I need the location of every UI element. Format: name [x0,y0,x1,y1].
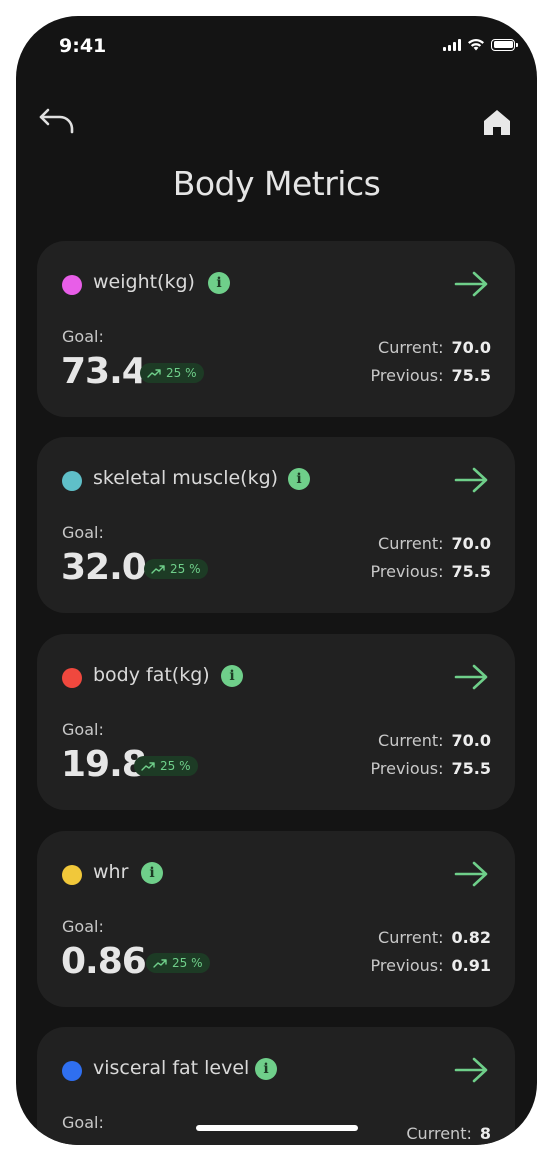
current-label: Current: [378,338,444,357]
metric-name: body fat(kg) [93,664,210,686]
current-label: Current: [406,1124,472,1143]
metric-card-body-fat[interactable]: body fat(kg) i Goal: 19.8 25 % Current: 7… [37,634,515,810]
current-label: Current: [378,731,444,750]
current-value: 70.0 [451,534,491,553]
metric-name: skeletal muscle(kg) [93,467,279,489]
current-value: 0.82 [451,928,491,947]
goal-label: Goal: [62,523,104,542]
change-percent: 25 % [172,956,203,970]
previous-label: Previous: [370,562,444,581]
goal-value: 32.0 [61,547,147,588]
previous-row: Previous: 75.5 [371,562,492,581]
current-row: Current: 0.82 [378,928,491,947]
trend-up-icon [153,959,167,968]
signal-icon [443,38,461,51]
arrow-right-icon[interactable] [453,662,491,692]
previous-label: Previous: [370,759,444,778]
change-percent: 25 % [160,759,191,773]
current-label: Current: [378,534,444,553]
trend-up-icon [141,762,155,771]
color-dot [62,275,82,295]
color-dot [62,668,82,688]
color-dot [62,1061,82,1081]
phone-screen: 9:41 Body Metrics weight(kg) i Goal: 73.… [16,16,537,1145]
metric-card-skeletal-muscle[interactable]: skeletal muscle(kg) i Goal: 32.0 25 % Cu… [37,437,515,613]
status-icons [443,38,518,51]
previous-value: 75.5 [451,366,491,385]
current-value: 8 [479,1124,491,1143]
previous-value: 75.5 [451,759,491,778]
status-bar: 9:41 [16,16,537,76]
change-badge: 25 % [134,756,198,776]
goal-label: Goal: [62,720,104,739]
metric-name: visceral fat level [93,1057,250,1079]
metric-name: weight(kg) [93,271,195,293]
color-dot [62,471,82,491]
trend-up-icon [151,565,165,574]
info-icon[interactable]: i [288,468,310,490]
previous-label: Previous: [370,956,444,975]
current-row: Current: 70.0 [378,338,491,357]
metric-card-weight[interactable]: weight(kg) i Goal: 73.4 25 % Current: 70.… [37,241,515,417]
arrow-right-icon[interactable] [453,269,491,299]
wifi-icon [468,39,484,51]
goal-value: 0.86 [61,941,147,982]
change-percent: 25 % [166,366,197,380]
previous-row: Previous: 75.5 [371,759,492,778]
arrow-right-icon[interactable] [453,465,491,495]
home-icon[interactable] [481,106,513,138]
page-title: Body Metrics [172,164,381,203]
previous-label: Previous: [370,366,444,385]
change-badge: 25 % [144,559,208,579]
metric-card-whr[interactable]: whr i Goal: 0.86 25 % Current: 0.82 Previ… [37,831,515,1007]
back-icon[interactable] [38,104,78,140]
current-value: 70.0 [451,731,491,750]
battery-icon [491,38,518,51]
change-badge: 25 % [146,953,210,973]
info-icon[interactable]: i [221,665,243,687]
goal-label: Goal: [62,1113,104,1132]
current-row: Current: 70.0 [378,731,491,750]
goal-label: Goal: [62,917,104,936]
current-label: Current: [378,928,444,947]
change-badge: 25 % [140,363,204,383]
change-percent: 25 % [170,562,201,576]
info-icon[interactable]: i [255,1058,277,1080]
metric-name: whr [93,861,129,883]
current-value: 70.0 [451,338,491,357]
goal-value: 73.4 [61,351,147,392]
previous-value: 75.5 [451,562,491,581]
current-row: Current: 8 [406,1124,491,1143]
info-icon[interactable]: i [141,862,163,884]
info-icon[interactable]: i [208,272,230,294]
previous-value: 0.91 [451,956,491,975]
color-dot [62,865,82,885]
trend-up-icon [147,369,161,378]
home-indicator[interactable] [196,1125,358,1131]
status-time: 9:41 [59,35,107,57]
previous-row: Previous: 75.5 [371,366,492,385]
arrow-right-icon[interactable] [453,1055,491,1085]
goal-label: Goal: [62,327,104,346]
previous-row: Previous: 0.91 [371,956,492,975]
arrow-right-icon[interactable] [453,859,491,889]
current-row: Current: 70.0 [378,534,491,553]
